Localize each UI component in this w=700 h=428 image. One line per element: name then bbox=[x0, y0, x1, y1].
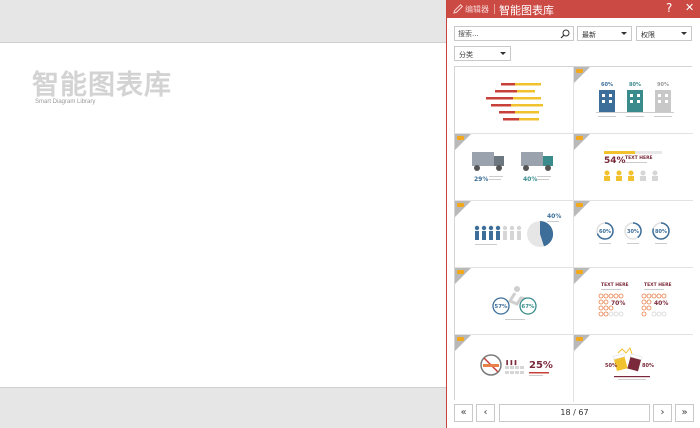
people-pie-diagram-preview: 40% bbox=[474, 213, 561, 247]
category-select[interactable]: 分类 bbox=[454, 46, 511, 61]
diagram-thumbnail[interactable]: 50% 80% bbox=[574, 335, 693, 402]
truck-pct: 40% bbox=[523, 176, 537, 183]
pencil-icon[interactable] bbox=[452, 3, 464, 15]
close-icon[interactable]: ✕ bbox=[685, 1, 694, 14]
bicycle-diagram-preview: 57% 67% bbox=[492, 286, 537, 320]
diagram-thumbnail-grid: 60% 80% 90% 29% 40% 54% TEXT HERE 40% 60… bbox=[454, 66, 693, 402]
search-icon[interactable] bbox=[560, 29, 570, 39]
chevron-down-icon bbox=[621, 32, 627, 35]
crown-icon bbox=[576, 270, 583, 274]
matrix-pct: 70% bbox=[611, 300, 625, 307]
next-page-button[interactable]: › bbox=[653, 404, 672, 422]
wheel-pct: 57% bbox=[494, 304, 508, 310]
page-indicator[interactable]: 18 / 67 bbox=[499, 404, 650, 422]
document-area: 智能图表库 Smart Diagram Library bbox=[0, 0, 446, 428]
people-pct: 54% bbox=[604, 156, 626, 166]
prev-page-button[interactable]: ‹ bbox=[476, 404, 495, 422]
chevron-down-icon bbox=[500, 52, 506, 55]
beer-pct: 50% bbox=[605, 363, 617, 369]
diagram-thumbnail[interactable]: 40% bbox=[455, 201, 574, 268]
crown-icon bbox=[576, 136, 583, 140]
editor-label[interactable]: 编辑器 bbox=[465, 4, 489, 15]
category-select-value: 分类 bbox=[459, 51, 473, 59]
diagram-thumbnail[interactable]: ❚❚❚ 25% bbox=[455, 335, 574, 402]
gauge-pct: 80% bbox=[655, 229, 667, 235]
building-pct: 60% bbox=[601, 82, 613, 88]
diagram-thumbnail[interactable] bbox=[455, 67, 574, 134]
building-pct: 90% bbox=[657, 82, 669, 88]
slide-canvas[interactable]: 智能图表库 Smart Diagram Library bbox=[0, 42, 446, 388]
gauge-pct: 60% bbox=[599, 229, 611, 235]
circle-gauges-diagram-preview: 60% 30% 80% bbox=[596, 222, 670, 244]
diagram-thumbnail[interactable]: 54% TEXT HERE bbox=[574, 134, 693, 201]
dot-matrix-diagram-preview: TEXT HERE TEXT HERE 70% 40% bbox=[598, 282, 672, 317]
slide-subtitle: Smart Diagram Library bbox=[35, 99, 96, 105]
permission-select[interactable]: 权限 bbox=[636, 26, 692, 41]
first-page-button[interactable]: « bbox=[454, 404, 473, 422]
smart-diagram-panel: 编辑器 智能图表库 ? ✕ 最新 权限 分类 bbox=[446, 0, 700, 428]
crown-icon bbox=[576, 69, 583, 73]
panel-title: 智能图表库 bbox=[499, 4, 554, 17]
matrix-heading: TEXT HERE bbox=[644, 282, 672, 288]
matrix-pct: 40% bbox=[654, 300, 668, 307]
last-page-button[interactable]: » bbox=[675, 404, 694, 422]
building-pct: 80% bbox=[629, 82, 641, 88]
people-diagram-preview: 54% TEXT HERE bbox=[604, 151, 662, 181]
panel-header: 编辑器 智能图表库 ? ✕ bbox=[447, 0, 700, 18]
trucks-diagram-preview: 29% 40% bbox=[472, 152, 553, 183]
pagination: « ‹ 18 / 67 › » bbox=[447, 404, 700, 424]
beer-pct: 80% bbox=[642, 363, 654, 369]
horizontal-bar-diagram-preview bbox=[486, 83, 543, 121]
diagram-thumbnail[interactable]: 60% 80% 90% bbox=[574, 67, 693, 134]
crown-icon bbox=[457, 337, 464, 341]
buildings-diagram-preview: 60% 80% 90% bbox=[596, 82, 674, 117]
sort-select-value: 最新 bbox=[582, 31, 596, 39]
smoking-label: ❚❚❚ bbox=[505, 360, 518, 366]
beer-toast-diagram-preview: 50% 80% bbox=[605, 346, 654, 380]
crown-icon bbox=[457, 270, 464, 274]
gauge-pct: 30% bbox=[627, 229, 639, 235]
people-heading: TEXT HERE bbox=[625, 155, 653, 161]
truck-pct: 29% bbox=[474, 176, 488, 183]
diagram-thumbnail[interactable]: 60% 30% 80% bbox=[574, 201, 693, 268]
crown-icon bbox=[457, 136, 464, 140]
help-icon[interactable]: ? bbox=[666, 1, 672, 15]
permission-select-value: 权限 bbox=[641, 31, 655, 39]
diagram-thumbnail[interactable]: 57% 67% bbox=[455, 268, 574, 335]
smoking-pct: 25% bbox=[529, 360, 553, 371]
search-input[interactable] bbox=[458, 28, 556, 39]
crown-icon bbox=[576, 337, 583, 341]
chevron-down-icon bbox=[681, 32, 687, 35]
slide-title: 智能图表库 bbox=[32, 70, 172, 101]
wheel-pct: 67% bbox=[521, 304, 535, 310]
no-smoking-diagram-preview: ❚❚❚ 25% bbox=[480, 354, 553, 376]
pie-pct: 40% bbox=[547, 213, 561, 220]
header-divider bbox=[494, 4, 495, 14]
sort-select[interactable]: 最新 bbox=[577, 26, 632, 41]
crown-icon bbox=[576, 203, 583, 207]
diagram-thumbnail[interactable]: 29% 40% bbox=[455, 134, 574, 201]
matrix-heading: TEXT HERE bbox=[601, 282, 629, 288]
search-box bbox=[454, 26, 574, 41]
diagram-thumbnail[interactable]: TEXT HERE TEXT HERE 70% 40% bbox=[574, 268, 693, 335]
crown-icon bbox=[457, 203, 464, 207]
